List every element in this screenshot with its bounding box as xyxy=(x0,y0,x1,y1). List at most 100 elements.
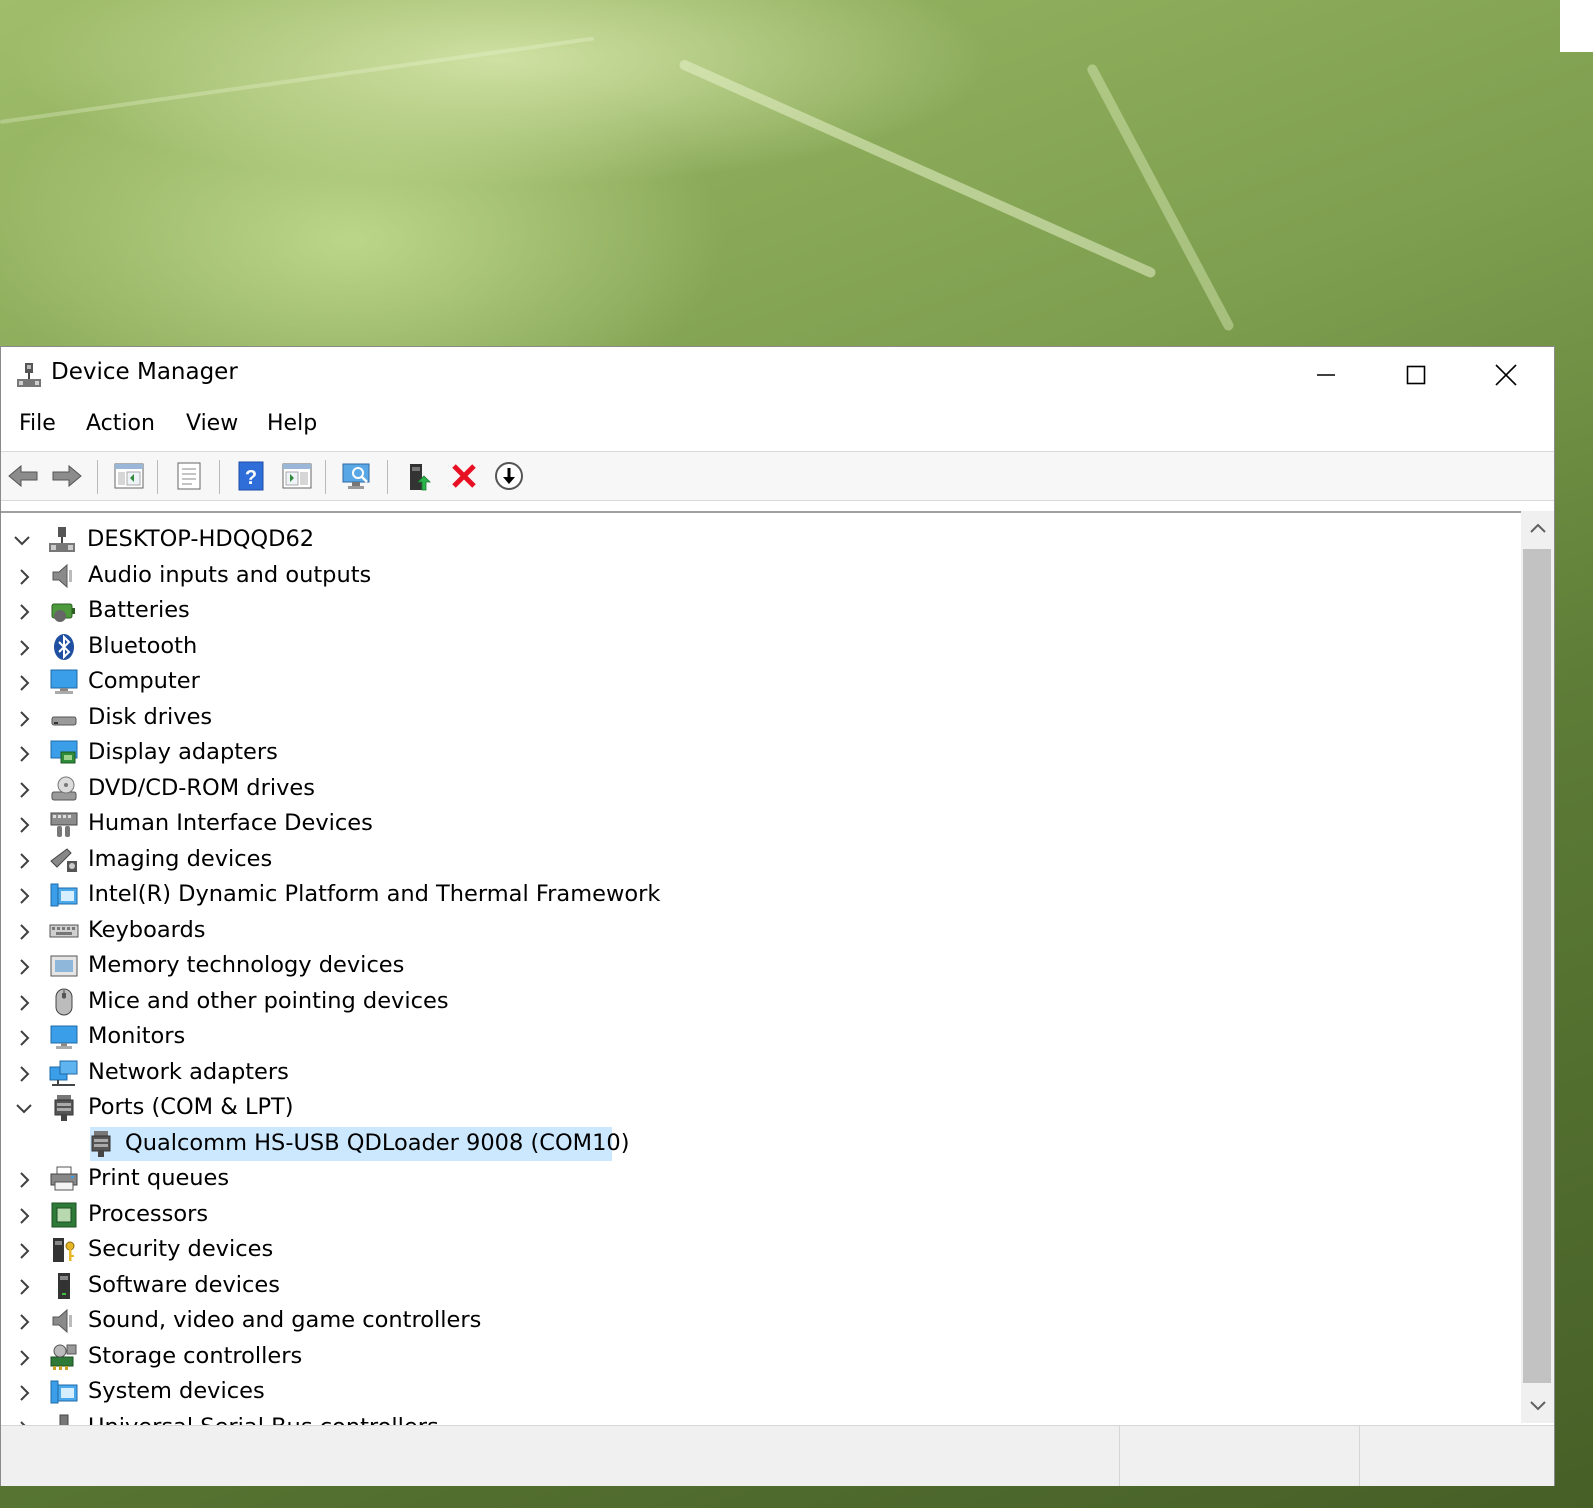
tree-category[interactable]: Monitors xyxy=(1,1020,1516,1056)
chevron-right-icon[interactable] xyxy=(15,568,33,586)
storage-controller-icon xyxy=(50,1344,77,1370)
computer-root-icon xyxy=(49,527,75,552)
chevron-down-icon[interactable] xyxy=(15,1100,33,1118)
tree-category[interactable]: Sound, video and game controllers xyxy=(1,1304,1516,1340)
tree-category[interactable]: System devices xyxy=(1,1375,1516,1411)
minimize-button[interactable] xyxy=(1281,347,1371,403)
disable-device-button[interactable] xyxy=(493,460,525,492)
device-label: Imaging devices xyxy=(88,845,273,872)
chevron-right-icon[interactable] xyxy=(15,674,33,692)
chevron-right-icon[interactable] xyxy=(15,1065,33,1083)
chevron-right-icon[interactable] xyxy=(15,887,33,905)
tree-category[interactable]: Universal Serial Bus controllers xyxy=(1,1411,1516,1425)
forward-arrow-icon xyxy=(52,464,82,488)
device-label: Sound, video and game controllers xyxy=(88,1307,482,1333)
chevron-right-icon[interactable] xyxy=(15,1029,33,1047)
menu-view[interactable]: View xyxy=(184,411,240,436)
scroll-down-button[interactable] xyxy=(1521,1389,1554,1423)
tree-category[interactable]: DVD/CD-ROM drives xyxy=(1,772,1516,808)
tree-device-item[interactable]: Qualcomm HS-USB QDLoader 9008 (COM10) xyxy=(1,1126,1516,1163)
chevron-right-icon[interactable] xyxy=(15,1313,33,1331)
maximize-icon xyxy=(1406,365,1426,385)
tree-category[interactable]: Processors xyxy=(1,1198,1516,1234)
uninstall-device-icon xyxy=(452,464,476,488)
tree-root-computer[interactable]: DESKTOP-HDQQD62 xyxy=(1,523,1516,559)
device-label: Ports (COM & LPT) xyxy=(88,1094,294,1120)
tree-category[interactable]: Network adapters xyxy=(1,1056,1516,1092)
tree-category[interactable]: Computer xyxy=(1,665,1516,701)
vertical-scrollbar[interactable] xyxy=(1521,511,1554,1423)
toolbar-separator xyxy=(387,460,388,494)
action-pane-button[interactable] xyxy=(281,460,313,492)
status-bar xyxy=(1,1425,1554,1486)
forward-button[interactable] xyxy=(51,460,83,492)
device-label: Monitors xyxy=(88,1023,186,1049)
chevron-down-icon[interactable] xyxy=(13,532,31,550)
chevron-right-icon[interactable] xyxy=(15,745,33,763)
chevron-right-icon[interactable] xyxy=(15,603,33,621)
tree-category[interactable]: Display adapters xyxy=(1,736,1516,772)
tree-category[interactable]: Software devices xyxy=(1,1269,1516,1305)
title-bar[interactable]: Device Manager xyxy=(1,347,1554,403)
tree-category[interactable]: Storage controllers xyxy=(1,1340,1516,1376)
chevron-right-icon[interactable] xyxy=(15,923,33,941)
close-button[interactable] xyxy=(1461,347,1551,403)
menu-file[interactable]: File xyxy=(17,411,58,436)
chevron-right-icon[interactable] xyxy=(15,1242,33,1260)
device-label: Qualcomm HS-USB QDLoader 9008 (COM10) xyxy=(125,1129,630,1156)
device-tree[interactable]: DESKTOP-HDQQD62 Audio inputs and outputs B… xyxy=(1,511,1521,1425)
tree-category[interactable]: Disk drives xyxy=(1,701,1516,737)
chevron-right-icon[interactable] xyxy=(15,710,33,728)
chevron-right-icon[interactable] xyxy=(15,816,33,834)
disable-device-icon xyxy=(495,462,523,490)
device-label: DVD/CD-ROM drives xyxy=(88,774,315,801)
tree-category[interactable]: Ports (COM & LPT) xyxy=(1,1091,1516,1127)
menu-action[interactable]: Action xyxy=(84,411,157,436)
tree-category[interactable]: Keyboards xyxy=(1,914,1516,950)
menu-bar: File Action View Help xyxy=(1,403,1554,449)
chevron-right-icon[interactable] xyxy=(15,994,33,1012)
maximize-button[interactable] xyxy=(1371,347,1461,403)
chevron-right-icon[interactable] xyxy=(15,639,33,657)
tree-category[interactable]: Intel(R) Dynamic Platform and Thermal Fr… xyxy=(1,878,1516,914)
device-label: Storage controllers xyxy=(88,1342,303,1369)
chevron-right-icon[interactable] xyxy=(15,1171,33,1189)
scroll-up-button[interactable] xyxy=(1521,511,1554,545)
chevron-right-icon[interactable] xyxy=(15,781,33,799)
tree-category[interactable]: Audio inputs and outputs xyxy=(1,559,1516,595)
scan-hardware-icon xyxy=(342,463,370,489)
bluetooth-icon xyxy=(54,633,74,660)
tree-category[interactable]: Security devices xyxy=(1,1233,1516,1269)
chevron-right-icon[interactable] xyxy=(15,1384,33,1402)
help-icon: ? xyxy=(238,461,264,491)
update-driver-button[interactable] xyxy=(403,460,435,492)
chevron-right-icon[interactable] xyxy=(15,1207,33,1225)
chevron-right-icon[interactable] xyxy=(15,1278,33,1296)
port-icon xyxy=(54,1095,74,1121)
device-label: Bluetooth xyxy=(88,632,198,659)
toolbar-separator xyxy=(325,460,326,494)
chevron-right-icon[interactable] xyxy=(15,852,33,870)
chevron-down-icon xyxy=(1529,1401,1546,1411)
tree-category[interactable]: Imaging devices xyxy=(1,843,1516,879)
back-button[interactable] xyxy=(7,460,39,492)
chevron-right-icon[interactable] xyxy=(15,958,33,976)
help-button[interactable]: ? xyxy=(235,460,267,492)
chevron-right-icon[interactable] xyxy=(15,1349,33,1367)
software-device-icon xyxy=(58,1272,70,1299)
tree-category[interactable]: Mice and other pointing devices xyxy=(1,985,1516,1021)
properties-button[interactable] xyxy=(173,460,205,492)
console-tree-button[interactable] xyxy=(113,460,145,492)
tree-category[interactable]: Memory technology devices xyxy=(1,949,1516,985)
tree-category[interactable]: Bluetooth xyxy=(1,630,1516,666)
scan-hardware-button[interactable] xyxy=(341,460,373,492)
menu-help[interactable]: Help xyxy=(265,411,319,436)
toolbar-separator xyxy=(219,460,220,494)
tree-category[interactable]: Print queues xyxy=(1,1162,1516,1198)
tree-category[interactable]: Human Interface Devices xyxy=(1,807,1516,843)
tree-category[interactable]: Batteries xyxy=(1,594,1516,630)
computer-icon xyxy=(50,669,78,694)
back-arrow-icon xyxy=(8,464,38,488)
scrollbar-thumb[interactable] xyxy=(1523,549,1551,1383)
uninstall-device-button[interactable] xyxy=(448,460,480,492)
